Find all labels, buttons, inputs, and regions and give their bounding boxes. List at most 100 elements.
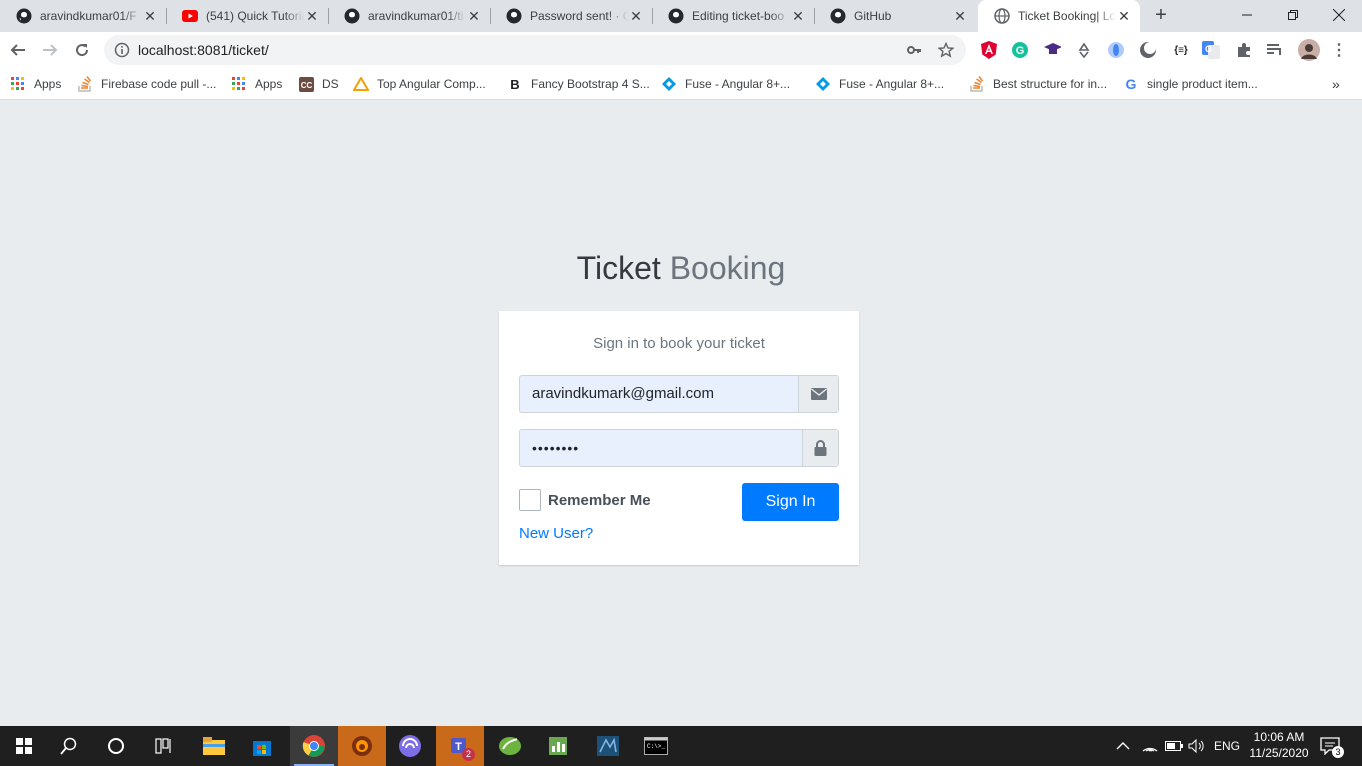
star-icon[interactable] — [938, 42, 954, 58]
terminal-icon[interactable]: C:\>_ — [632, 726, 680, 766]
bookmark-item[interactable]: B Fancy Bootstrap 4 S... — [507, 76, 650, 92]
tab-ticket-booking[interactable]: Ticket Booking| Lo ✕ — [978, 0, 1140, 32]
google-translate-icon[interactable]: G — [1202, 41, 1220, 59]
forward-button[interactable] — [36, 36, 64, 64]
chrome-taskbar-icon[interactable] — [290, 726, 338, 766]
battery-icon[interactable] — [1165, 726, 1183, 766]
minimize-button[interactable] — [1224, 0, 1270, 30]
bookmark-item[interactable]: Fuse - Angular 8+... — [815, 76, 944, 92]
puzzle-icon[interactable] — [1235, 41, 1253, 59]
bookmark-item[interactable]: Apps — [231, 76, 282, 92]
github-icon — [344, 8, 360, 24]
menu-kebab-icon[interactable]: ⋮ — [1330, 41, 1348, 59]
bookmark-item[interactable]: Apps — [10, 76, 61, 92]
fuse-diamond-icon — [815, 76, 831, 92]
email-field[interactable]: aravindkumark@gmail.com — [519, 375, 839, 413]
bookmark-label: Firebase code pull -... — [101, 77, 217, 91]
system-clock[interactable]: 10:06 AM 11/25/2020 — [1246, 729, 1312, 761]
info-icon[interactable] — [114, 42, 130, 58]
close-icon[interactable]: ✕ — [304, 8, 320, 24]
search-icon[interactable] — [45, 726, 93, 766]
avatar[interactable] — [1298, 39, 1320, 61]
bookmark-label: Top Angular Comp... — [377, 77, 486, 91]
show-hidden-icons-icon[interactable] — [1116, 726, 1130, 766]
task-view-icon[interactable] — [140, 726, 188, 766]
new-user-link[interactable]: New User? — [519, 525, 593, 542]
mysql-workbench-icon[interactable] — [584, 726, 632, 766]
windows-logo-icon — [16, 738, 32, 754]
github-icon — [506, 8, 522, 24]
grammarly-icon[interactable]: G — [1011, 41, 1029, 59]
close-icon[interactable]: ✕ — [790, 8, 806, 24]
bookmark-item[interactable]: G single product item... — [1123, 76, 1258, 92]
angular-extension-icon[interactable] — [980, 41, 998, 59]
bookmark-item[interactable]: Firebase code pull -... — [77, 76, 216, 92]
language-indicator[interactable]: ENG — [1214, 726, 1240, 766]
key-icon[interactable] — [906, 42, 922, 58]
teams-badge: 2 — [462, 748, 475, 761]
tab-youtube[interactable]: (541) Quick Tutoria ✕ — [166, 0, 328, 32]
remember-me-label[interactable]: Remember Me — [548, 492, 651, 509]
reload-icon — [76, 44, 89, 57]
start-button[interactable] — [0, 726, 48, 766]
apps-grid-icon — [10, 76, 26, 92]
tab-title: (541) Quick Tutoria — [206, 9, 304, 23]
reload-button[interactable] — [68, 36, 96, 64]
page-title: Ticket Booking — [0, 250, 1362, 287]
tab-github-3[interactable]: Password sent! · Gi ✕ — [490, 0, 652, 32]
svg-text:T: T — [455, 741, 462, 753]
svg-text:C:\>_: C:\>_ — [647, 743, 665, 750]
back-button[interactable] — [4, 36, 32, 64]
bookmarks-bar: Apps Firebase code pull -... Apps CC DS … — [0, 68, 1362, 100]
close-window-button[interactable] — [1316, 0, 1362, 30]
close-icon[interactable]: ✕ — [142, 8, 158, 24]
fuse-diamond-icon — [661, 76, 677, 92]
new-tab-button[interactable]: + — [1150, 4, 1172, 26]
opera-extension-icon[interactable] — [1107, 41, 1125, 59]
teams-icon[interactable]: T 2 — [436, 726, 484, 766]
tab-github-4[interactable]: Editing ticket-boo ✕ — [652, 0, 814, 32]
close-icon[interactable]: ✕ — [1116, 8, 1132, 24]
bookmark-item[interactable]: CC DS — [298, 76, 339, 92]
remember-me-checkbox[interactable] — [519, 489, 541, 511]
json-formatter-icon[interactable]: {≡} — [1170, 41, 1192, 59]
bookmark-item[interactable]: Fuse - Angular 8+... — [661, 76, 790, 92]
bookmark-label: Fancy Bootstrap 4 S... — [531, 77, 650, 91]
mortarboard-extension-icon[interactable] — [1043, 41, 1061, 59]
tab-github-2[interactable]: aravindkumar01/ti ✕ — [328, 0, 490, 32]
firefox-dev-icon[interactable] — [338, 726, 386, 766]
login-card: Sign in to book your ticket aravindkumar… — [499, 311, 859, 565]
url-text[interactable]: localhost:8081/ticket/ — [138, 42, 269, 58]
dark-mode-extension-icon[interactable] — [1139, 41, 1157, 59]
close-icon[interactable]: ✕ — [628, 8, 644, 24]
bookmark-label: DS — [322, 77, 339, 91]
tab-github-1[interactable]: aravindkumar01/F ✕ — [0, 0, 166, 32]
cortana-icon[interactable] — [92, 726, 140, 766]
tab-title: Password sent! · Gi — [530, 9, 628, 23]
apps-grid-icon — [231, 76, 247, 92]
more-bookmarks-icon[interactable]: » — [1332, 76, 1340, 92]
sign-in-button[interactable]: Sign In — [742, 483, 839, 521]
address-bar[interactable]: localhost:8081/ticket/ — [104, 35, 966, 65]
excel-chart-icon[interactable] — [534, 726, 582, 766]
password-input[interactable]: •••••••• — [520, 430, 802, 466]
wifi-icon[interactable] — [1142, 726, 1158, 766]
media-queue-icon[interactable] — [1266, 41, 1284, 59]
close-icon[interactable]: ✕ — [952, 8, 968, 24]
bookmark-item[interactable]: Best structure for in... — [969, 76, 1107, 92]
close-icon[interactable]: ✕ — [466, 8, 482, 24]
email-input[interactable]: aravindkumark@gmail.com — [520, 376, 798, 412]
notification-badge: 3 — [1332, 746, 1344, 758]
tab-github-5[interactable]: GitHub ✕ — [814, 0, 976, 32]
volume-icon[interactable] — [1188, 726, 1206, 766]
browser-app-icon[interactable] — [386, 726, 434, 766]
store-icon[interactable] — [238, 726, 286, 766]
action-center-icon[interactable]: 3 — [1320, 726, 1344, 766]
spring-tools-icon[interactable] — [486, 726, 534, 766]
password-field[interactable]: •••••••• — [519, 429, 839, 467]
svg-text:G: G — [1205, 44, 1212, 54]
file-explorer-icon[interactable] — [190, 726, 238, 766]
bookmark-item[interactable]: Top Angular Comp... — [353, 76, 486, 92]
recycle-extension-icon[interactable] — [1075, 41, 1093, 59]
restore-button[interactable] — [1270, 0, 1316, 30]
